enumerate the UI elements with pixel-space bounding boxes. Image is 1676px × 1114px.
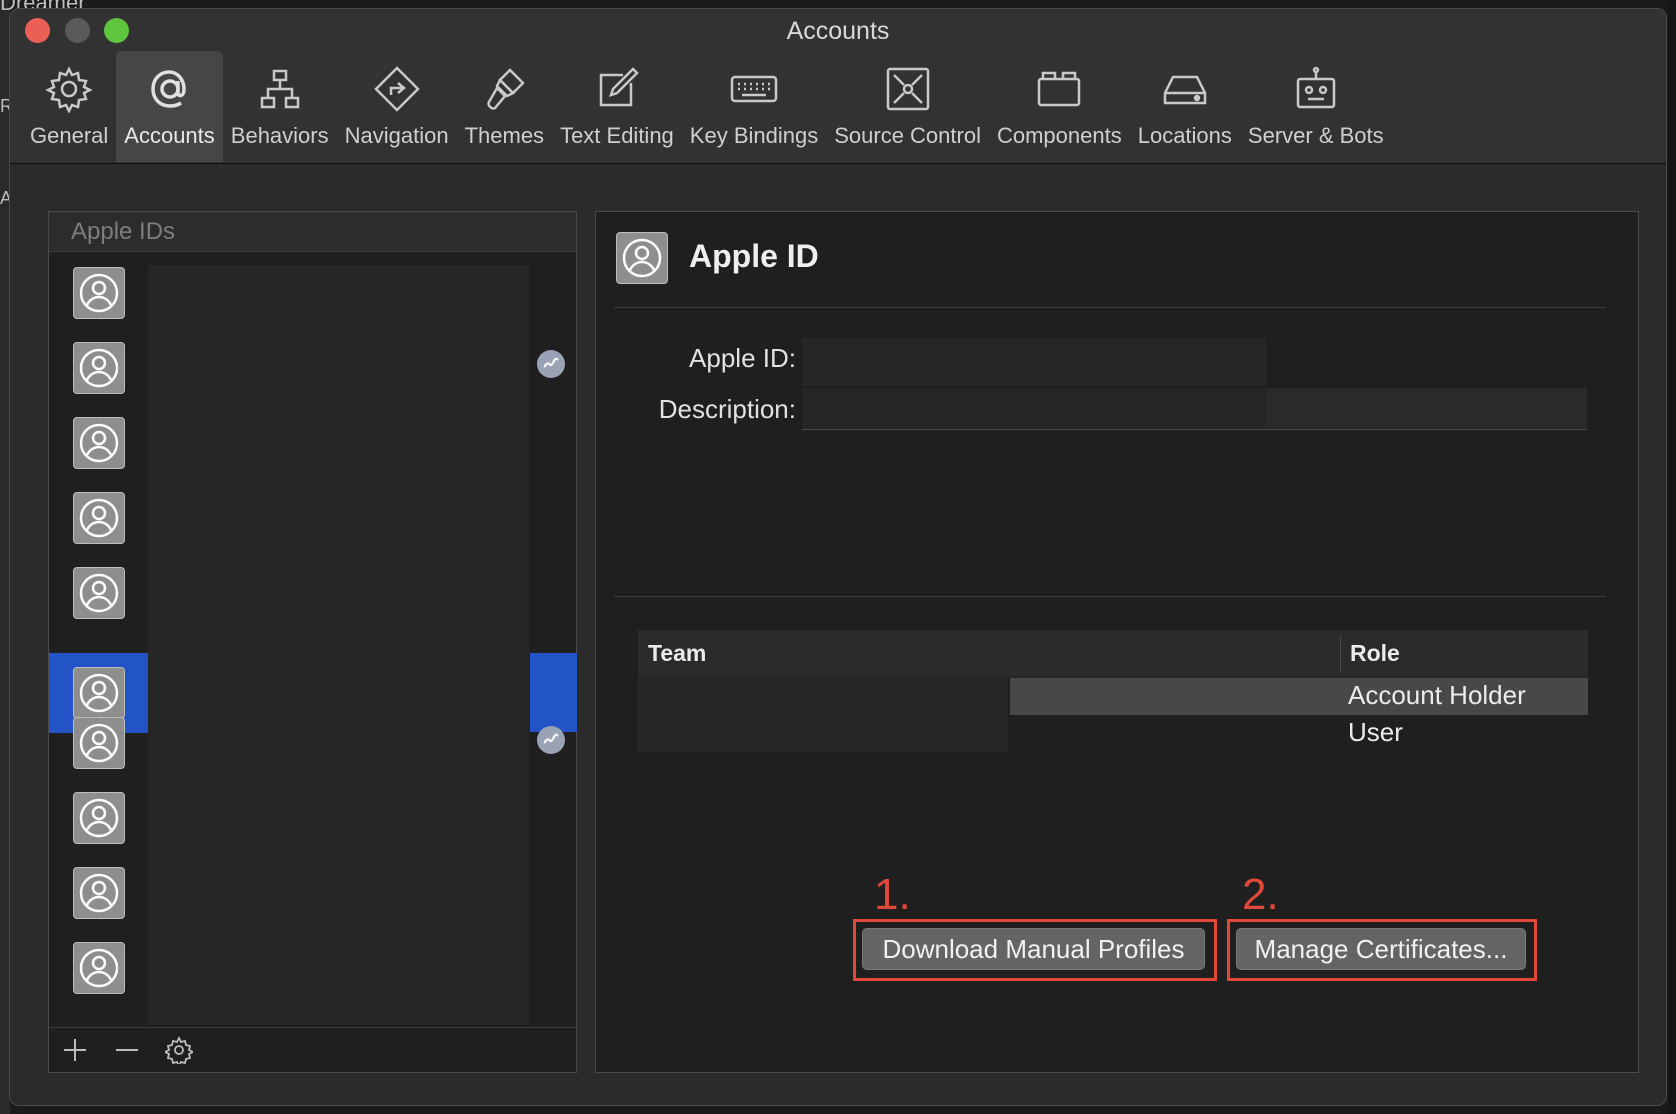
tab-components[interactable]: Components: [989, 51, 1130, 162]
keyboard-icon: [728, 63, 780, 115]
account-row[interactable]: [49, 553, 148, 633]
account-row[interactable]: [49, 703, 148, 783]
apple-ids-header: Apple IDs: [49, 212, 576, 252]
edit-icon: [591, 63, 643, 115]
accounts-content: Apple IDs Apple ID Apple ID: Description…: [10, 165, 1666, 1105]
avatar-icon: [73, 342, 125, 394]
table-row[interactable]: User: [638, 715, 1588, 752]
avatar-icon: [73, 792, 125, 844]
tab-server-bots[interactable]: Server & Bots: [1240, 51, 1392, 162]
navigation-sign-icon: [371, 63, 423, 115]
title-toolbar: Accounts General Accounts Behaviors Navi…: [10, 9, 1666, 164]
account-row[interactable]: [49, 403, 148, 483]
account-row[interactable]: [49, 928, 148, 1008]
tab-label: Components: [996, 123, 1122, 148]
window-title: Accounts: [786, 17, 890, 45]
tab-label: Navigation: [344, 123, 449, 148]
column-header-team[interactable]: Team: [648, 640, 706, 667]
tab-label: Source Control: [834, 123, 981, 148]
team-table-header: Team Role: [638, 630, 1588, 678]
hierarchy-icon: [254, 63, 306, 115]
column-divider: [1340, 636, 1341, 672]
tab-general[interactable]: General: [22, 51, 116, 162]
at-sign-icon: [144, 63, 196, 115]
selected-row-highlight: [530, 653, 577, 732]
apple-ids-list: Apple IDs: [48, 211, 577, 1073]
avatar-icon: [73, 717, 125, 769]
tab-themes[interactable]: Themes: [457, 51, 552, 162]
tab-text-editing[interactable]: Text Editing: [552, 51, 682, 162]
description-value-redacted: [802, 388, 1266, 429]
apple-id-value-redacted: [802, 338, 1266, 386]
team-table: Team Role Account Holder User: [638, 630, 1588, 810]
manage-certificates-button[interactable]: Manage Certificates...: [1236, 928, 1526, 970]
preferences-toolbar: General Accounts Behaviors Navigation Th…: [22, 51, 1392, 162]
paintbrush-icon: [478, 63, 530, 115]
robot-icon: [1290, 63, 1342, 115]
disk-icon: [1159, 63, 1211, 115]
detail-title: Apple ID: [689, 238, 819, 274]
tab-label: Key Bindings: [689, 123, 819, 148]
apple-id-detail: Apple ID Apple ID: Description: Team Rol…: [595, 211, 1639, 1073]
account-row[interactable]: [49, 478, 148, 558]
annotation-step-1: 1.: [874, 870, 911, 919]
tab-label: Text Editing: [560, 123, 674, 148]
avatar-icon: [73, 492, 125, 544]
tab-label: Themes: [464, 123, 545, 148]
activity-badge-icon: [537, 726, 565, 754]
avatar-icon: [73, 942, 125, 994]
tab-label: Accounts: [124, 123, 215, 148]
tab-accounts[interactable]: Accounts: [116, 51, 223, 162]
list-footer: [49, 1027, 576, 1072]
tab-locations[interactable]: Locations: [1130, 51, 1240, 162]
download-manual-profiles-button[interactable]: Download Manual Profiles: [862, 928, 1205, 970]
annotation-step-2: 2.: [1242, 870, 1279, 919]
tab-label: Locations: [1137, 123, 1232, 148]
role-cell: Account Holder: [1348, 680, 1526, 710]
tab-label: Behaviors: [230, 123, 329, 148]
avatar-icon: [73, 867, 125, 919]
box-icon: [1033, 63, 1085, 115]
tab-behaviors[interactable]: Behaviors: [223, 51, 337, 162]
description-field[interactable]: [802, 388, 1587, 430]
account-rows: [49, 253, 148, 1025]
accounts-window: Accounts General Accounts Behaviors Navi…: [9, 8, 1667, 1106]
source-control-icon: [882, 63, 934, 115]
tab-label: General: [30, 123, 109, 148]
divider: [614, 307, 1606, 308]
tab-key-bindings[interactable]: Key Bindings: [682, 51, 826, 162]
activity-badge-icon: [537, 350, 565, 378]
account-row[interactable]: [49, 853, 148, 933]
apple-id-label: Apple ID:: [689, 343, 796, 373]
tab-source-control[interactable]: Source Control: [826, 51, 989, 162]
background-edge: [1668, 0, 1676, 1114]
divider: [614, 596, 1606, 597]
account-row[interactable]: [49, 328, 148, 408]
tab-label: Server & Bots: [1247, 123, 1384, 148]
add-account-button[interactable]: [57, 1032, 93, 1068]
column-header-role[interactable]: Role: [1350, 640, 1400, 667]
redacted-account-names: [148, 265, 529, 1025]
avatar-icon: [73, 267, 125, 319]
role-cell: User: [1348, 717, 1403, 747]
avatar-icon: [73, 417, 125, 469]
avatar-icon: [73, 567, 125, 619]
remove-account-button[interactable]: [109, 1032, 145, 1068]
apple-id-avatar-icon: [616, 232, 668, 284]
gear-icon: [43, 63, 95, 115]
account-options-gear-icon[interactable]: [161, 1032, 197, 1068]
account-row[interactable]: [49, 253, 148, 333]
tab-navigation[interactable]: Navigation: [337, 51, 457, 162]
description-label: Description:: [658, 394, 796, 424]
table-row[interactable]: Account Holder: [638, 678, 1588, 715]
account-row[interactable]: [49, 778, 148, 858]
